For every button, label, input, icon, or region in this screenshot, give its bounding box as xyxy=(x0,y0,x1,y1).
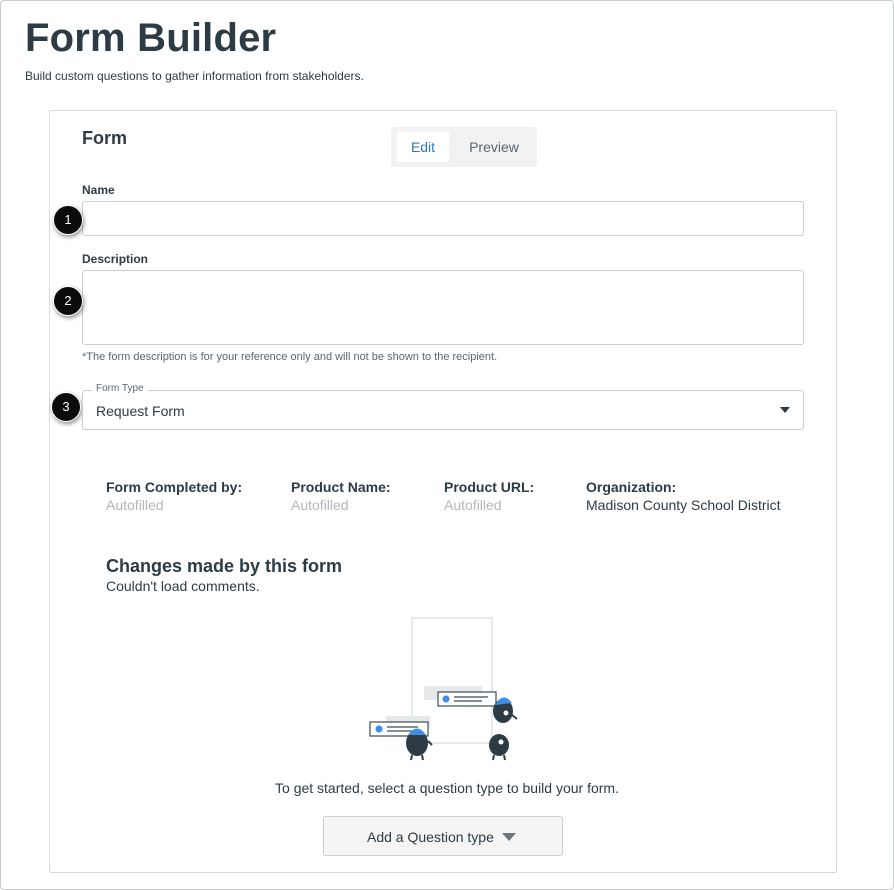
page-title: Form Builder xyxy=(25,16,277,60)
form-type-value: Request Form xyxy=(96,403,185,419)
chevron-down-icon[interactable] xyxy=(780,407,790,413)
changes-heading: Changes made by this form xyxy=(106,556,343,576)
tab-preview[interactable]: Preview xyxy=(459,132,529,162)
name-label: Name xyxy=(82,183,115,197)
meta-value: Autofilled xyxy=(291,497,349,513)
meta-organization: Organization: Madison County School Dist… xyxy=(586,479,781,513)
add-question-type-button[interactable]: Add a Question type xyxy=(323,816,563,856)
form-type-legend: Form Type xyxy=(92,383,148,394)
description-hint: *The form description is for your refere… xyxy=(82,351,498,363)
caret-down-icon xyxy=(502,833,516,841)
meta-label: Form Completed by: xyxy=(106,479,243,495)
page-subtitle: Build custom questions to gather informa… xyxy=(25,69,364,83)
add-question-type-label: Add a Question type xyxy=(367,829,494,845)
meta-product-url: Product URL: Autofilled xyxy=(444,479,534,513)
description-textarea[interactable] xyxy=(82,270,804,345)
name-input[interactable] xyxy=(82,201,804,236)
empty-state-message: To get started, select a question type t… xyxy=(275,780,619,796)
description-label: Description xyxy=(82,252,149,266)
meta-value: Autofilled xyxy=(444,497,502,513)
meta-form-completed-by: Form Completed by: Autofilled xyxy=(106,479,242,513)
meta-value: Madison County School District xyxy=(586,497,781,513)
edit-preview-toggle: Edit Preview xyxy=(391,127,537,167)
tab-edit[interactable]: Edit xyxy=(397,132,449,162)
meta-label: Product Name: xyxy=(291,479,391,495)
form-card-title: Form xyxy=(82,128,127,148)
meta-product-name: Product Name: Autofilled xyxy=(291,479,391,513)
callout-badge-2: 2 xyxy=(53,286,83,316)
meta-label: Organization: xyxy=(586,479,677,495)
callout-badge-3: 3 xyxy=(51,392,81,422)
meta-label: Product URL: xyxy=(444,479,535,495)
callout-badge-1: 1 xyxy=(53,205,83,235)
empty-state-illustration xyxy=(369,617,518,761)
meta-value: Autofilled xyxy=(106,497,164,513)
form-type-select[interactable] xyxy=(82,390,804,430)
changes-status: Couldn't load comments. xyxy=(106,578,260,594)
